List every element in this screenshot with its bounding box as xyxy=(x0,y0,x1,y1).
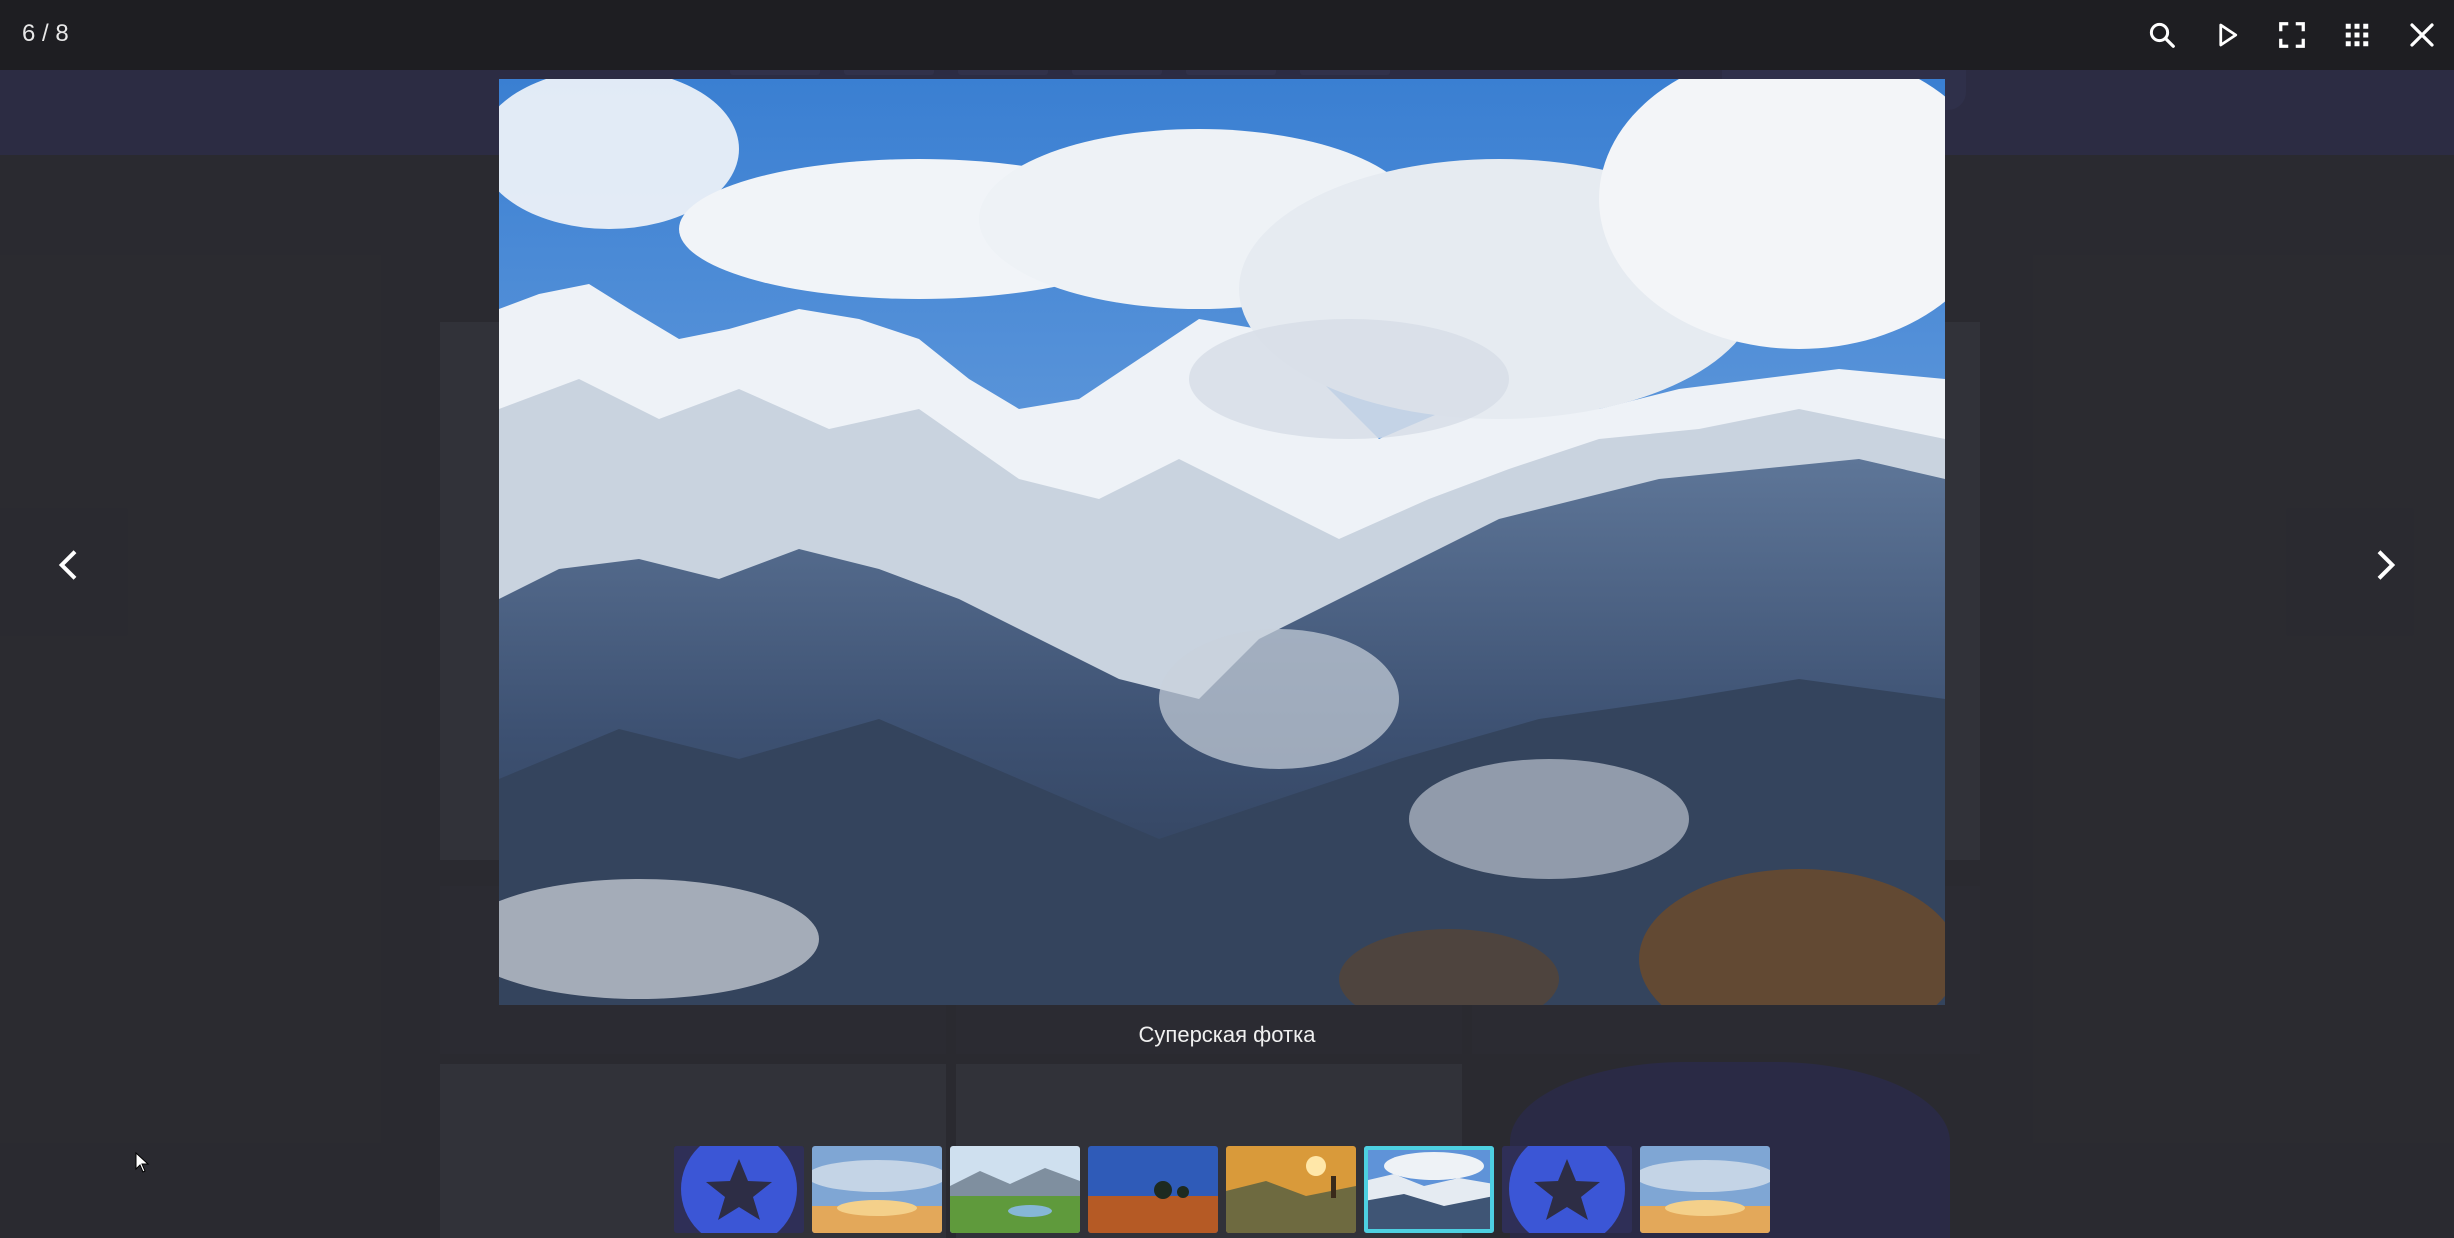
thumbnails-toggle-button[interactable] xyxy=(2324,0,2389,70)
thumbnail-2[interactable] xyxy=(812,1146,942,1233)
sunset-sky-thumbnail xyxy=(812,1146,942,1233)
snowy-mountains-thumbnail xyxy=(1364,1146,1494,1233)
thumbnail-3[interactable] xyxy=(950,1146,1080,1233)
sunset-sky-thumbnail xyxy=(1640,1146,1770,1233)
next-slide-button[interactable] xyxy=(2344,530,2424,600)
field-trees-thumbnail xyxy=(1088,1146,1218,1233)
thumbnail-5[interactable] xyxy=(1226,1146,1356,1233)
slide-counter: 6 / 8 xyxy=(22,20,69,47)
star-icon xyxy=(1502,1146,1632,1233)
thumbnail-4[interactable] xyxy=(1088,1146,1218,1233)
mountain-photo-illustration xyxy=(499,79,1945,1005)
close-button[interactable] xyxy=(2389,0,2454,70)
photo-caption: Суперская фотка xyxy=(1138,1022,1316,1047)
chevron-right-icon xyxy=(2377,550,2396,580)
fullscreen-icon xyxy=(2278,22,2305,48)
golden-hills-thumbnail xyxy=(1226,1146,1356,1233)
play-icon xyxy=(2218,23,2237,47)
thumbnail-7[interactable] xyxy=(1502,1146,1632,1233)
zoom-button[interactable] xyxy=(2129,0,2194,70)
close-icon xyxy=(2409,23,2434,47)
thumbnail-1[interactable] xyxy=(674,1146,804,1233)
green-valley-thumbnail xyxy=(950,1146,1080,1233)
mouse-cursor-icon xyxy=(135,1152,150,1173)
main-photo[interactable] xyxy=(499,79,1945,1005)
slideshow-button[interactable] xyxy=(2194,0,2259,70)
search-icon xyxy=(2149,22,2175,48)
lightbox-topbar xyxy=(0,0,2454,70)
thumbnail-strip xyxy=(674,1146,1770,1233)
grid-icon xyxy=(2345,23,2368,47)
fullscreen-button[interactable] xyxy=(2259,0,2324,70)
thumbnail-6[interactable] xyxy=(1364,1146,1494,1233)
previous-slide-button[interactable] xyxy=(30,530,110,600)
chevron-left-icon xyxy=(58,550,77,580)
lightbox-toolbar xyxy=(2129,0,2454,70)
star-icon xyxy=(674,1146,804,1233)
thumbnail-8[interactable] xyxy=(1640,1146,1770,1233)
